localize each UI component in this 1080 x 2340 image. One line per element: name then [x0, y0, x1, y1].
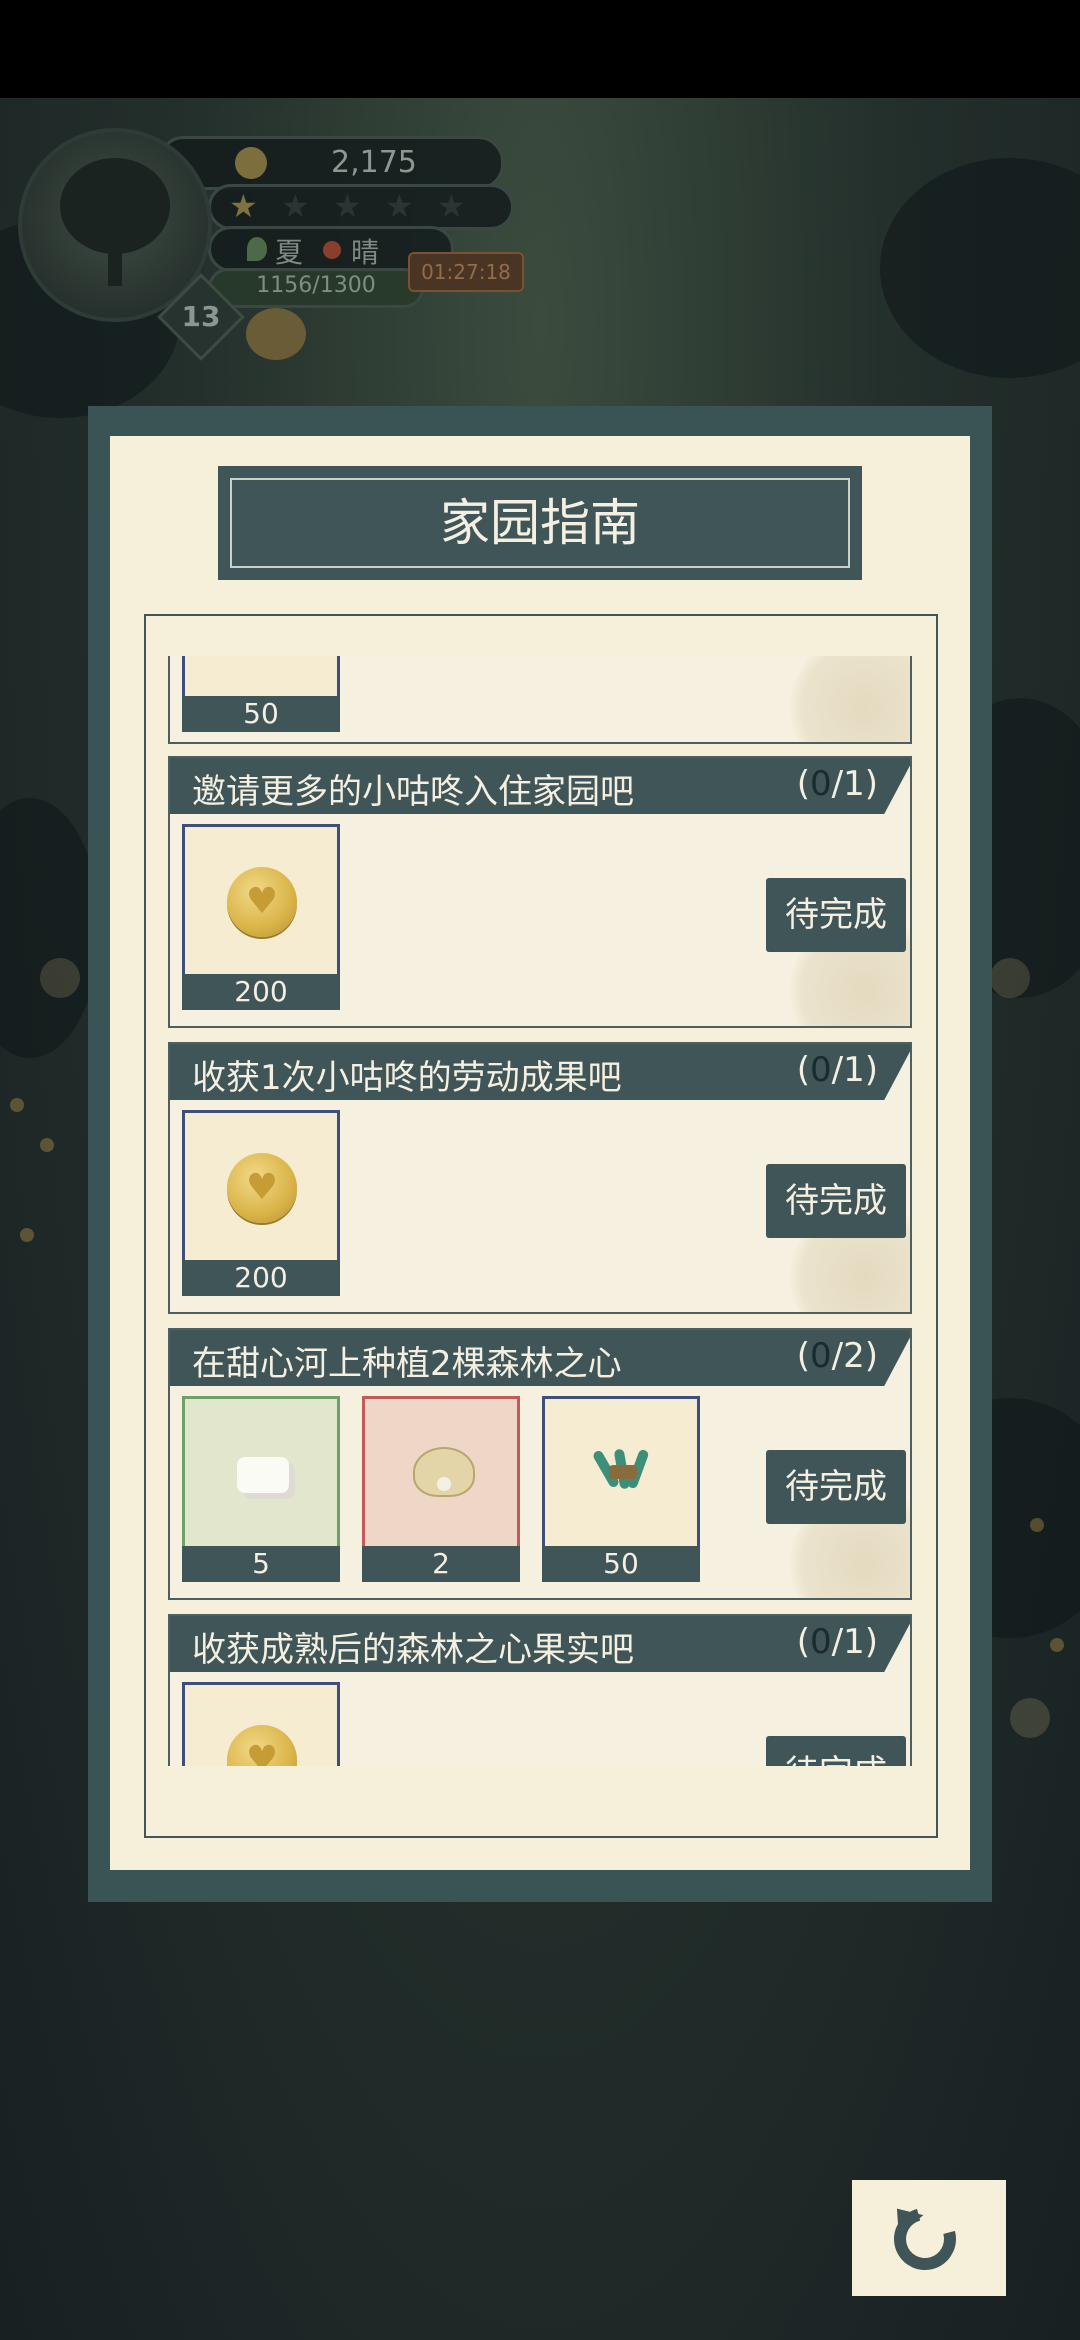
reward-amount: 200: [182, 974, 340, 1010]
reward-slot[interactable]: 50: [542, 1396, 700, 1582]
task-header: 邀请更多的小咕咚入住家园吧 (0/1): [170, 758, 910, 814]
coin-icon: [235, 147, 267, 179]
star-icon: ★: [281, 187, 310, 225]
coin-counter: 2,175: [158, 136, 504, 190]
pending-button[interactable]: 待完成: [766, 878, 906, 952]
task-header: 收获1次小咕咚的劳动成果吧 (0/1): [170, 1044, 910, 1100]
star-icon: ★: [229, 187, 258, 225]
reward-amount: 5: [182, 1546, 340, 1582]
reward-slot[interactable]: ♥: [182, 1682, 340, 1766]
task-label: 在甜心河上种植2棵森林之心: [192, 1344, 622, 1384]
reward-slot[interactable]: ♥ 200: [182, 1110, 340, 1296]
back-button[interactable]: [852, 2180, 1006, 2296]
pending-button[interactable]: 待完成: [766, 1736, 906, 1766]
heart-coin-icon: ♥: [227, 1153, 297, 1223]
reward-amount: 200: [182, 1260, 340, 1296]
task-progress: (0/1): [796, 1622, 878, 1662]
reward-slot[interactable]: ♥ 200: [182, 824, 340, 1010]
reward-slot: 50: [182, 656, 340, 732]
reward-amount: 50: [182, 696, 340, 732]
star-rating: ★ ★ ★ ★ ★: [208, 184, 514, 230]
task-card: 邀请更多的小咕咚入住家园吧 (0/1) ♥ 200 待完成: [168, 756, 912, 1028]
status-bar: [0, 0, 1080, 98]
task-progress: (0/1): [796, 764, 878, 804]
task-label: 邀请更多的小咕咚入住家园吧: [192, 772, 634, 812]
task-card: 50: [168, 656, 912, 744]
herb-bundle-icon: [591, 1448, 655, 1490]
pearl-shell-icon: [413, 1447, 475, 1497]
task-list-viewport[interactable]: 50 邀请更多的小咕咚入住家园吧 (0/1) ♥ 200 待完成 收获1次小咕咚…: [146, 656, 936, 1766]
task-list[interactable]: 50 邀请更多的小咕咚入住家园吧 (0/1) ♥ 200 待完成 收获1次小咕咚…: [144, 614, 938, 1838]
star-icon: ★: [333, 187, 362, 225]
task-progress: (0/2): [796, 1336, 878, 1376]
task-card: 收获成熟后的森林之心果实吧 (0/1) ♥ 待完成: [168, 1614, 912, 1766]
pending-button[interactable]: 待完成: [766, 1450, 906, 1524]
dialog-title: 家园指南: [230, 478, 850, 568]
reward-amount: 2: [362, 1546, 520, 1582]
task-card: 在甜心河上种植2棵森林之心 (0/2) 5 2 50 待完成: [168, 1328, 912, 1600]
star-icon: ★: [385, 187, 414, 225]
task-label: 收获成熟后的森林之心果实吧: [192, 1630, 634, 1670]
task-header: 在甜心河上种植2棵森林之心 (0/2): [170, 1330, 910, 1386]
task-label: 收获1次小咕咚的劳动成果吧: [192, 1058, 622, 1098]
dialog-title-plate: 家园指南: [218, 466, 862, 580]
experience-bar: 1156/1300: [208, 268, 424, 308]
reward-amount: 50: [542, 1546, 700, 1582]
task-header: 收获成熟后的森林之心果实吧 (0/1): [170, 1616, 910, 1672]
sugar-cube-icon: [237, 1457, 289, 1493]
task-card: 收获1次小咕咚的劳动成果吧 (0/1) ♥ 200 待完成: [168, 1042, 912, 1314]
task-progress: (0/1): [796, 1050, 878, 1090]
star-icon: ★: [437, 187, 466, 225]
character-avatar: [246, 308, 306, 360]
player-hud: 2,175 ★ ★ ★ ★ ★ 夏 晴 1156/1300 01:27:18 1…: [18, 128, 524, 361]
reward-slot[interactable]: 5: [182, 1396, 340, 1582]
event-timer: 01:27:18: [408, 252, 524, 292]
heart-coin-icon: ♥: [227, 1725, 297, 1766]
pending-button[interactable]: 待完成: [766, 1164, 906, 1238]
sun-icon: [323, 241, 341, 259]
reward-slot[interactable]: 2: [362, 1396, 520, 1582]
leaf-icon: [247, 237, 267, 261]
heart-coin-icon: ♥: [227, 867, 297, 937]
